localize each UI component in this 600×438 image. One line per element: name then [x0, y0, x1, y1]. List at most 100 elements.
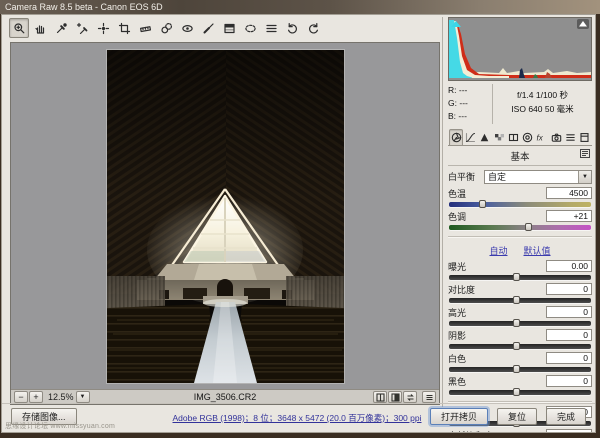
white-balance-label: 白平衡	[448, 170, 484, 183]
targeted-adjustment-tool-icon[interactable]	[93, 18, 113, 38]
toolbar	[2, 15, 443, 41]
hand-tool-icon[interactable]	[30, 18, 50, 38]
white-balance-tool-icon[interactable]	[51, 18, 71, 38]
temperature-track[interactable]	[449, 202, 591, 207]
rotate-left-icon[interactable]	[282, 18, 302, 38]
tab-basic[interactable]	[449, 129, 463, 145]
capture-settings: f/1.4 1/100 秒 ISO 640 50 毫米	[493, 84, 592, 124]
exposure-thumb[interactable]	[513, 273, 520, 281]
slider-tint: 色调	[448, 210, 592, 230]
white-balance-row: 白平衡 自定 ▼	[448, 170, 592, 184]
tab-hsl-grayscale[interactable]	[492, 129, 506, 145]
adjustment-brush-tool-icon[interactable]	[198, 18, 218, 38]
workflow-options-link[interactable]: Adobe RGB (1998)；8 位；3648 x 5472 (20.0 百…	[142, 412, 452, 424]
divider	[448, 236, 592, 238]
straighten-tool-icon[interactable]	[135, 18, 155, 38]
open-copy-button[interactable]: 打开拷贝	[430, 408, 488, 425]
slider-whites: 白色	[448, 352, 592, 372]
shadows-thumb[interactable]	[513, 342, 520, 350]
slider-exposure: 曝光	[448, 260, 592, 280]
slider-label: 色调	[448, 210, 466, 223]
temperature-thumb[interactable]	[479, 200, 486, 208]
highlights-track[interactable]	[449, 321, 591, 326]
footer-buttons: 打开拷贝 复位 完成	[430, 408, 586, 425]
red-eye-tool-icon[interactable]	[177, 18, 197, 38]
preview-split-icon[interactable]	[373, 391, 387, 403]
camera-raw-dialog: − + 12.5% ▼ IMG_3506.CR2	[1, 14, 596, 433]
slider-label: 白色	[448, 352, 466, 365]
preferences-icon[interactable]	[261, 18, 281, 38]
radial-filter-tool-icon[interactable]	[240, 18, 260, 38]
tint-value-field[interactable]	[546, 210, 592, 222]
spot-removal-tool-icon[interactable]	[156, 18, 176, 38]
contrast-track[interactable]	[449, 298, 591, 303]
auto-link[interactable]: 自动	[489, 244, 507, 257]
graduated-filter-tool-icon[interactable]	[219, 18, 239, 38]
preview-canvas[interactable]: − + 12.5% ▼ IMG_3506.CR2	[10, 42, 440, 405]
highlights-thumb[interactable]	[513, 319, 520, 327]
default-link[interactable]: 默认值	[524, 244, 551, 257]
tint-track[interactable]	[449, 225, 591, 230]
color-sampler-tool-icon[interactable]	[72, 18, 92, 38]
panel-menu-icon[interactable]	[578, 148, 592, 159]
whites-track[interactable]	[449, 367, 591, 372]
white-balance-value: 自定	[488, 170, 506, 183]
preview-before-after-icon[interactable]	[388, 391, 402, 403]
svg-text:fx: fx	[537, 133, 544, 142]
contrast-value-field[interactable]	[546, 283, 592, 295]
panel-tabs: fx	[448, 127, 592, 146]
white-balance-select[interactable]: 自定 ▼	[484, 170, 592, 184]
zoom-tool-icon[interactable]	[9, 18, 29, 38]
blacks-thumb[interactable]	[513, 388, 520, 396]
contrast-thumb[interactable]	[513, 296, 520, 304]
slider-label: 曝光	[448, 260, 466, 273]
slider-contrast: 对比度	[448, 283, 592, 303]
adjustments-panel: R: --- G: --- B: --- f/1.4 1/100 秒 ISO 6…	[442, 17, 596, 407]
whites-value-field[interactable]	[546, 352, 592, 364]
tab-snapshots[interactable]	[578, 129, 592, 145]
photo-area	[11, 43, 439, 389]
reset-button[interactable]: 复位	[497, 408, 537, 425]
tab-camera-calibration[interactable]	[549, 129, 563, 145]
whites-thumb[interactable]	[513, 365, 520, 373]
shadows-value-field[interactable]	[546, 329, 592, 341]
tint-thumb[interactable]	[525, 223, 532, 231]
exposure-value-field[interactable]	[546, 260, 592, 272]
zoom-out-button[interactable]: −	[14, 391, 28, 403]
temperature-value-field[interactable]	[546, 187, 592, 199]
iso-focal: ISO 640 50 毫米	[493, 102, 592, 116]
slider-label: 阴影	[448, 329, 466, 342]
title-bar[interactable]: Camera Raw 8.5 beta - Canon EOS 6D	[0, 0, 600, 14]
tab-presets[interactable]	[563, 129, 577, 145]
tab-lens-corrections[interactable]	[520, 129, 534, 145]
auto-default-links: 自动 默认值	[448, 244, 592, 257]
highlights-value-field[interactable]	[546, 306, 592, 318]
exposure-track[interactable]	[449, 275, 591, 280]
preview-menu-icon[interactable]	[422, 391, 436, 403]
canvas-statusbar: − + 12.5% ▼ IMG_3506.CR2	[11, 389, 439, 404]
tab-split-toning[interactable]	[506, 129, 520, 145]
camera-raw-window: Camera Raw 8.5 beta - Canon EOS 6D	[0, 0, 600, 438]
zoom-level-dropdown[interactable]: ▼	[76, 391, 90, 403]
shadows-track[interactable]	[449, 344, 591, 349]
done-button[interactable]: 完成	[546, 408, 586, 425]
histogram[interactable]	[448, 17, 592, 81]
tab-tone-curve[interactable]	[463, 129, 477, 145]
rotate-right-icon[interactable]	[303, 18, 323, 38]
zoom-in-button[interactable]: +	[29, 391, 43, 403]
tab-effects[interactable]: fx	[535, 129, 549, 145]
preview-swap-icon[interactable]	[403, 391, 417, 403]
preview-controls	[373, 391, 436, 403]
photo-preview[interactable]	[107, 50, 344, 383]
slider-label: 色温	[448, 187, 466, 200]
dialog-footer: 存储图像... Adobe RGB (1998)；8 位；3648 x 5472…	[2, 403, 595, 432]
zoom-level-value: 12.5%	[48, 392, 74, 402]
crop-tool-icon[interactable]	[114, 18, 134, 38]
aperture-shutter: f/1.4 1/100 秒	[493, 88, 592, 102]
slider-highlights: 高光	[448, 306, 592, 326]
blacks-track[interactable]	[449, 390, 591, 395]
slider-shadows: 阴影	[448, 329, 592, 349]
tab-detail[interactable]	[478, 129, 492, 145]
panel-title: 基本	[448, 146, 592, 166]
blacks-value-field[interactable]	[546, 375, 592, 387]
